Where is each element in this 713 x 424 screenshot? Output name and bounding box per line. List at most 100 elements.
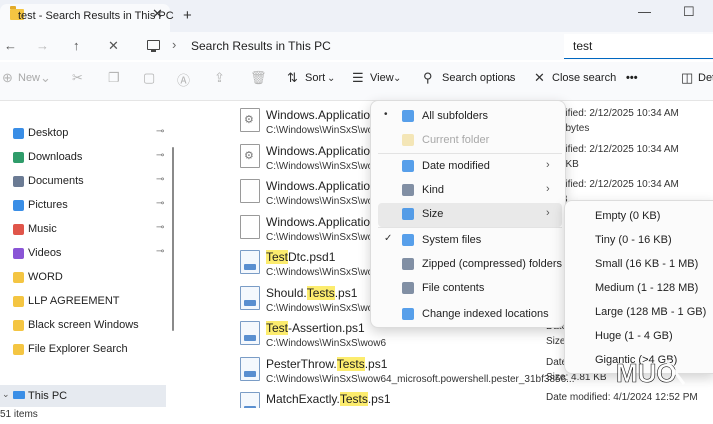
size-option[interactable]: Large (128 MB - 1 GB)	[595, 306, 706, 318]
muo-logo: MUO	[616, 358, 686, 388]
menu-item-label: Size	[422, 208, 444, 220]
size-option[interactable]: Huge (1 - 4 GB)	[595, 330, 673, 342]
file-name: Windows.ApplicationM	[266, 108, 387, 122]
copy-icon[interactable]: ❐	[108, 70, 120, 86]
new-button[interactable]: New	[18, 72, 40, 84]
search-options-icon[interactable]: ⚲	[423, 70, 433, 86]
menu-item-all-subfolders[interactable]: • All subfolders	[378, 105, 562, 129]
close-search-button[interactable]: Close search	[552, 72, 616, 84]
more-options-button[interactable]: •••	[626, 72, 638, 84]
size-option[interactable]: Small (16 KB - 1 MB)	[595, 258, 698, 270]
sidebar-item-label: Black screen Windows	[28, 319, 139, 331]
menu-item-icon	[402, 208, 414, 220]
maximize-button[interactable]: ☐	[683, 4, 695, 20]
menu-item-current-folder[interactable]: Current folder	[378, 129, 562, 153]
file-name: Windows.ApplicationM	[266, 144, 387, 158]
folder-icon	[13, 320, 24, 331]
sidebar-item-label: Music	[28, 223, 57, 235]
details-pane-icon[interactable]: ◫	[681, 70, 693, 86]
menu-item-label: Current folder	[422, 134, 490, 146]
menu-item-file-contents[interactable]: File contents	[378, 277, 562, 301]
size-option[interactable]: Medium (1 - 128 MB)	[595, 282, 698, 294]
search-highlight: Tests	[339, 392, 368, 406]
chevron-right-icon: ›	[546, 183, 550, 195]
file-path: C:\Windows\WinSxS\wow6	[266, 302, 387, 314]
search-highlight: Test	[266, 321, 289, 335]
new-icon[interactable]: ⊕	[2, 70, 13, 86]
paste-icon[interactable]: ▢	[143, 70, 155, 86]
address-text[interactable]: Search Results in This PC	[191, 39, 331, 53]
desktop-icon	[13, 128, 24, 139]
sidebar-item-music[interactable]: Music ⊸	[0, 218, 178, 242]
sidebar-item-label: Documents	[28, 175, 84, 187]
size-option[interactable]: Empty (0 KB)	[595, 210, 660, 222]
share-icon[interactable]: ⇪	[214, 70, 225, 86]
menu-item-icon	[402, 134, 414, 146]
sidebar-item-documents[interactable]: Documents ⊸	[0, 170, 178, 194]
status-bar	[0, 408, 713, 422]
menu-item-label: Date modified	[422, 160, 490, 172]
sidebar-item-file-explorer-search[interactable]: File Explorer Search	[0, 338, 178, 362]
sort-icon[interactable]: ⇅	[287, 70, 298, 86]
menu-item-size[interactable]: Size ›	[378, 203, 562, 227]
up-icon[interactable]: ↑	[73, 38, 80, 53]
file-path: C:\Windows\WinSxS\wow6	[266, 160, 387, 172]
tab-close-icon[interactable]: ✕	[152, 6, 163, 22]
sidebar-item-pictures[interactable]: Pictures ⊸	[0, 194, 178, 218]
new-tab-button[interactable]: +	[183, 7, 192, 24]
pin-icon[interactable]: ⊸	[156, 174, 164, 185]
chevron-right-icon[interactable]: ›	[172, 37, 176, 52]
details-button[interactable]: Det	[698, 72, 713, 84]
downloads-icon	[13, 152, 24, 163]
menu-item-date-modified[interactable]: Date modified ›	[378, 155, 562, 179]
menu-item-zipped-compressed-folders[interactable]: Zipped (compressed) folders	[378, 253, 562, 277]
menu-item-kind[interactable]: Kind ›	[378, 179, 562, 203]
file-name-part: .ps1	[364, 356, 388, 371]
minimize-button[interactable]: —	[638, 4, 651, 19]
sidebar-item-black-screen-windows[interactable]: Black screen Windows	[0, 314, 178, 338]
menu-item-change-indexed-locations[interactable]: Change indexed locations	[378, 303, 562, 327]
cut-icon[interactable]: ✂	[72, 70, 83, 86]
pin-icon[interactable]: ⊸	[156, 150, 164, 161]
file-name: Should.Tests.ps1	[266, 285, 357, 300]
chevron-down-icon[interactable]: ⌄	[2, 389, 10, 400]
powershell-file-icon	[240, 285, 260, 310]
sidebar-item-label: File Explorer Search	[28, 343, 128, 355]
size-option[interactable]: Tiny (0 - 16 KB)	[595, 234, 672, 246]
forward-icon[interactable]: →	[36, 38, 49, 53]
sidebar-item-desktop[interactable]: Desktop ⊸	[0, 122, 178, 146]
powershell-file-icon	[240, 356, 260, 381]
menu-item-label: Kind	[422, 184, 445, 196]
search-highlight: Test	[266, 250, 289, 264]
search-value[interactable]: test	[573, 39, 592, 53]
back-icon[interactable]: ←	[4, 38, 17, 53]
sort-button[interactable]: Sort	[305, 72, 325, 84]
file-name-part: Windows.ApplicationM	[266, 214, 387, 229]
view-button[interactable]: View	[370, 72, 394, 84]
pin-icon[interactable]: ⊸	[156, 246, 164, 257]
this-pc-icon	[147, 40, 160, 52]
tab-title: test - Search Results in This PC	[18, 10, 174, 22]
close-search-icon[interactable]: ✕	[534, 70, 545, 86]
pin-icon[interactable]: ⊸	[156, 222, 164, 233]
pin-icon[interactable]: ⊸	[156, 126, 164, 137]
stop-icon[interactable]: ✕	[108, 38, 119, 54]
sidebar-item-llp-agreement[interactable]: LLP AGREEMENT	[0, 290, 178, 314]
view-icon[interactable]: ☰	[352, 70, 364, 86]
menu-item-icon	[402, 234, 414, 246]
sidebar-item-videos[interactable]: Videos ⊸	[0, 242, 178, 266]
menu-separator	[378, 227, 562, 228]
file-path: C:\Windows\WinSxS\wow6	[266, 196, 387, 207]
sidebar-item-downloads[interactable]: Downloads ⊸	[0, 146, 178, 170]
menu-item-system-files[interactable]: ✓ System files	[378, 229, 562, 253]
delete-icon[interactable]: 🗑	[250, 70, 267, 86]
rename-icon[interactable]: Ⓐ	[177, 70, 190, 89]
search-highlight: Tests	[306, 285, 335, 300]
powershell-file-icon	[240, 321, 260, 345]
pin-icon[interactable]: ⊸	[156, 198, 164, 209]
sidebar-scrollbar[interactable]	[172, 147, 174, 331]
menu-item-label: Zipped (compressed) folders	[422, 258, 563, 270]
file-path: C:\Windows\WinSxS\wow6	[266, 338, 387, 349]
sidebar-item-word[interactable]: WORD	[0, 266, 178, 290]
chevron-right-icon: ›	[546, 207, 550, 219]
